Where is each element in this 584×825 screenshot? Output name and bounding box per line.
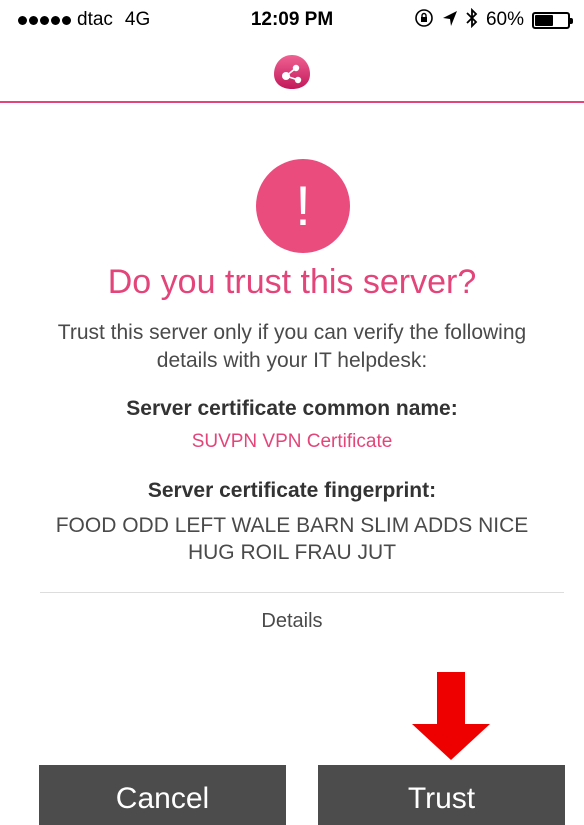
common-name-label: Server certificate common name: [126,397,458,420]
header-divider [0,101,584,103]
battery-level-fill [535,14,554,26]
header [0,40,584,102]
fingerprint-label: Server certificate fingerprint: [147,479,437,502]
common-name-value: SUVPN VPN Certificate [191,431,393,452]
cancel-button[interactable]: Cancel [39,765,286,825]
exclamation-icon: ! [256,159,350,253]
details-link[interactable]: Details [0,610,584,633]
app-logo-icon [274,55,310,89]
status-bar: dtac 4G 12:09 PM 60% [0,0,584,40]
trust-button[interactable]: Trust [318,765,565,825]
section-divider [40,592,564,593]
bluetooth-icon [466,7,478,32]
battery-percent: 60% [485,9,524,30]
fingerprint-value: FOOD ODD LEFT WALE BARN SLIM ADDS NICE H… [55,514,529,564]
status-right: 60% [414,7,573,32]
orientation-lock-icon [414,8,434,32]
trust-server-screen: dtac 4G 12:09 PM 60% ! Do you trust this… [0,0,584,825]
red-arrow-annotation [412,672,490,760]
battery-icon [532,11,573,29]
location-arrow-icon [442,9,458,31]
dialog-intro: Trust this server only if you can verify… [57,321,527,372]
dialog-title: Do you trust this server? [107,263,477,301]
